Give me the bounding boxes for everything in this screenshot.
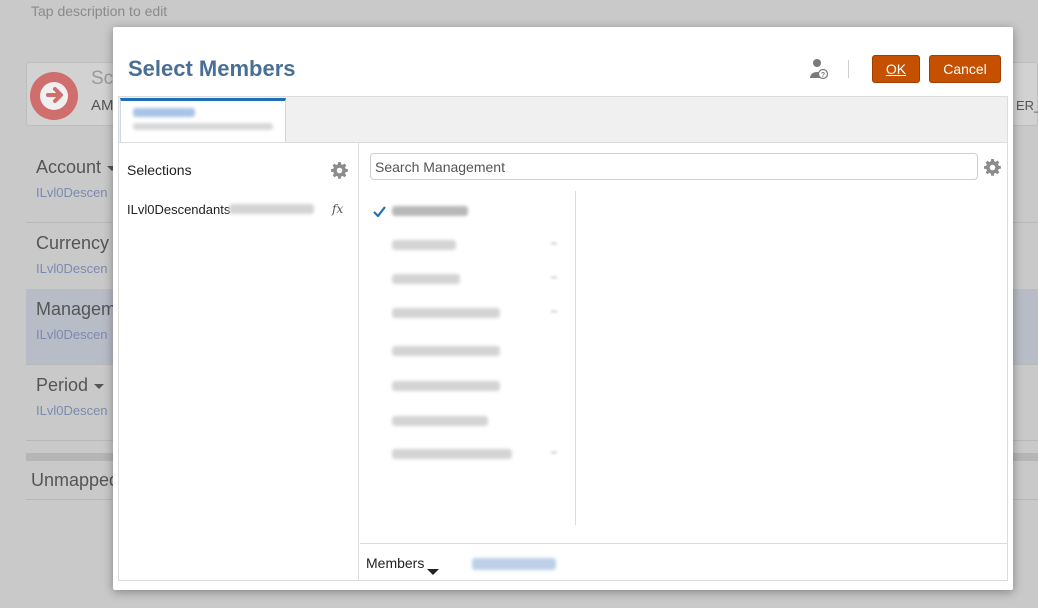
header-right-text: ER_	[1016, 98, 1038, 113]
tree-item[interactable]	[360, 442, 576, 466]
tab-dimension-active[interactable]	[120, 98, 286, 143]
selections-title: Selections	[127, 162, 192, 178]
redacted-tab-subtitle	[133, 123, 273, 130]
redacted-member-name	[392, 274, 460, 284]
selections-pane: Selections ILvl0Descendants fx	[119, 143, 359, 580]
dimension-name: Managem	[36, 299, 117, 319]
tree-item[interactable]	[360, 233, 576, 257]
checkmark-icon	[373, 206, 386, 217]
help-user-icon[interactable]: ?	[810, 58, 828, 80]
header-title: Sc	[91, 68, 114, 89]
unmapped-label: Unmapped	[31, 470, 120, 490]
dimension-name: Currency	[36, 233, 110, 253]
dimension-selection: ILvl0Descen	[36, 327, 108, 342]
members-footer: Members	[360, 543, 1007, 580]
redacted-member-name	[392, 381, 500, 391]
dimension-selection: ILvl0Descen	[36, 403, 108, 418]
redacted-footer-member	[472, 558, 556, 570]
caret-down-icon	[94, 383, 105, 389]
dialog-title: Select Members	[128, 56, 296, 81]
chevron-down-icon[interactable]	[427, 569, 439, 575]
description-hint: Tap description to edit	[31, 3, 168, 19]
members-dropdown[interactable]: Members	[366, 555, 424, 571]
redacted-member-name	[392, 346, 500, 356]
tree-item[interactable]	[360, 339, 576, 363]
ok-button[interactable]: OK	[872, 55, 920, 83]
exit-arrow-icon	[46, 87, 63, 103]
tree-item[interactable]	[360, 374, 576, 398]
member-tree	[360, 191, 576, 525]
svg-text:?: ?	[821, 72, 825, 79]
dimension-selection: ILvl0Descen	[36, 261, 108, 276]
expand-icon[interactable]	[551, 310, 557, 313]
redacted-member-name	[392, 240, 456, 250]
selection-function: ILvl0Descendants	[127, 202, 231, 217]
redacted-member-name	[392, 416, 488, 426]
toolbar-separator	[848, 60, 849, 78]
dimension-tab-bar	[118, 96, 1008, 143]
select-members-dialog: Select Members ? OK Cancel Selections IL…	[113, 27, 1013, 590]
tree-item[interactable]	[360, 267, 576, 291]
search-input[interactable]	[370, 153, 978, 180]
expand-icon[interactable]	[551, 451, 557, 454]
dialog-content: Selections ILvl0Descendants fx Search Ma…	[118, 142, 1008, 581]
tree-item[interactable]	[360, 409, 576, 433]
gear-icon[interactable]	[331, 162, 348, 179]
redacted-selection-member	[229, 204, 314, 214]
cancel-button[interactable]: Cancel	[929, 55, 1001, 83]
expand-icon[interactable]	[551, 242, 557, 245]
fx-icon[interactable]: fx	[332, 202, 343, 216]
redacted-member-name	[392, 449, 512, 459]
redacted-member-name	[392, 206, 468, 216]
dimension-name: Period	[36, 375, 105, 396]
tree-item[interactable]	[360, 199, 576, 223]
gear-icon[interactable]	[984, 159, 1001, 176]
dimension-selection: ILvl0Descen	[36, 185, 108, 200]
members-pane: Members	[360, 143, 1007, 580]
expand-icon[interactable]	[551, 276, 557, 279]
redacted-tab-title	[133, 108, 195, 117]
tree-item[interactable]	[360, 301, 576, 325]
header-subtitle: AM	[91, 97, 114, 114]
redacted-member-name	[392, 308, 500, 318]
dimension-name: Account	[36, 157, 118, 178]
selection-item[interactable]: ILvl0Descendants	[127, 202, 230, 217]
